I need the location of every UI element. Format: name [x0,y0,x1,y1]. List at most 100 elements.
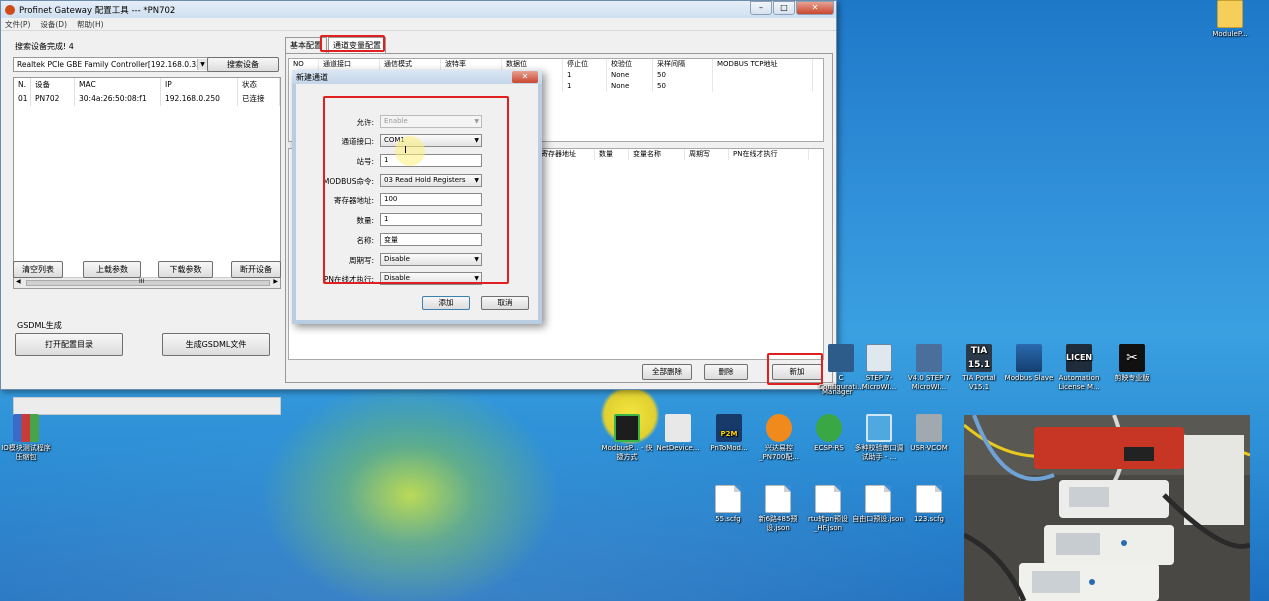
desktop-icon-label: STEP 7-MicroWI... [861,374,897,391]
desktop-icon-manager[interactable]: Manager [822,388,853,397]
minimize-button[interactable]: – [750,1,772,15]
dialog-cancel-button[interactable]: 取消 [481,296,529,310]
open-config-dir-button[interactable]: 打开配置目录 [15,333,123,356]
cell: 1 [563,81,607,92]
col-pn-online[interactable]: PN在线才执行 [729,149,809,160]
scroll-grip: III [139,278,145,285]
modbus-slave-icon [1016,344,1042,372]
cell: 50 [653,81,713,92]
col-status[interactable]: 状态 [238,78,280,92]
upload-params-button[interactable]: 上载参数 [83,261,141,278]
scroll-left-icon[interactable]: ◀ [16,278,21,285]
highlight-tab [320,35,385,52]
dialog-add-button[interactable]: 添加 [422,296,470,310]
desktop-icon-label: ModuleP... [1212,30,1248,38]
menu-help[interactable]: 帮助(H) [77,19,104,30]
col-n[interactable]: N. [14,78,31,92]
col-mac[interactable]: MAC [75,78,161,92]
disconnect-device-button[interactable]: 断开设备 [231,261,281,278]
modbus-poll-icon [614,414,640,442]
menu-device[interactable]: 设备(D) [40,19,67,30]
scroll-thumb[interactable]: III [26,278,270,286]
config-icon [828,344,854,372]
desktop-icon-modbus-slave[interactable]: Modbus Slave [1003,344,1055,383]
close-button[interactable]: ✕ [796,1,834,15]
chevron-down-icon[interactable]: ▼ [197,59,207,70]
cursor-highlight [395,136,425,166]
desktop-file-6ch-485[interactable]: 新6路485预设.json [752,485,804,533]
desktop-icon-xingda[interactable]: 兴达易控_PN700配... [753,414,805,462]
desktop-file-55[interactable]: 55.scfg [702,485,754,524]
text-cursor-icon: I [404,145,407,156]
maximize-button[interactable]: □ [773,1,795,15]
desktop-file-123[interactable]: 123.scfg [903,485,955,524]
cell-n: 01 [14,92,31,106]
title-bar[interactable]: Profinet Gateway 配置工具 --- *PN702 – □ ✕ [1,1,836,18]
col-databits[interactable]: 数据位 [502,59,563,70]
desktop-icon-step7-v4[interactable]: V4.0 STEP 7 MicroWI... [903,344,955,392]
col-port[interactable]: 通道接口 [319,59,380,70]
col-reg-addr[interactable]: 寄存器地址 [537,149,595,160]
desktop-file-free-port[interactable]: 自由口预设.json [852,485,904,524]
generate-gsdml-button[interactable]: 生成GSDML文件 [162,333,270,356]
desktop-icon-label: ECSP-RS [814,444,844,452]
clear-list-button[interactable]: 清空列表 [13,261,63,278]
device-table-header: N. 设备 MAC IP 状态 [14,78,280,92]
desktop-icon-winrar[interactable]: IO模块测试程序压缩包 [0,414,52,462]
delete-all-button[interactable]: 全部删除 [642,364,692,380]
desktop-icon-label: IO模块测试程序压缩包 [1,444,51,461]
col-cycle-write[interactable]: 周期写 [685,149,729,160]
desktop-icon-pntomod[interactable]: P2M PnToMod... [703,414,755,453]
search-status: 搜索设备完成! 4 [15,42,74,51]
desktop-icon-label: 兴达易控_PN700配... [759,444,799,461]
col-tcp-addr[interactable]: MODBUS TCP地址 [713,59,813,70]
col-ip[interactable]: IP [161,78,238,92]
download-params-button[interactable]: 下载参数 [158,261,213,278]
col-interval[interactable]: 采样间隔 [653,59,713,70]
table-row[interactable]: 01 PN702 30:4a:26:50:08:f1 192.168.0.250… [14,92,280,106]
desktop-icon-netdevice[interactable]: NetDevice... [652,414,704,453]
winrar-icon [13,414,39,442]
dialog-close-button[interactable]: ✕ [512,71,538,83]
desktop-icon-license[interactable]: LICEN Automation License M... [1053,344,1105,392]
col-count[interactable]: 数量 [595,149,629,160]
app-icon [5,4,15,15]
search-device-button[interactable]: 搜索设备 [207,57,279,72]
col-device[interactable]: 设备 [31,78,75,92]
desktop-icon-label: ModbusP... - 快捷方式 [601,444,653,461]
col-parity[interactable]: 校验位 [607,59,653,70]
desktop-icon-step7[interactable]: STEP 7-MicroWI... [853,344,905,392]
col-baud[interactable]: 波特率 [441,59,502,70]
desktop-icon-usr-vcom[interactable]: USR-VCOM [903,414,955,453]
col-var-name[interactable]: 变量名称 [629,149,685,160]
adapter-select[interactable]: Realtek PCIe GBE Family Controller[192.1… [13,57,209,72]
desktop-icon-label: NetDevice... [656,444,700,452]
scroll-right-icon[interactable]: ▶ [273,278,278,285]
cell: 50 [653,70,713,81]
dialog-title-bar[interactable]: 新建通道 ✕ [292,70,542,84]
col-no[interactable]: NO [289,59,319,70]
desktop-icon-ecsp[interactable]: ECSP-RS [803,414,855,453]
col-mode[interactable]: 通信模式 [380,59,441,70]
col-stopbits[interactable]: 停止位 [563,59,607,70]
desktop-icon-capcut[interactable]: ✂ 剪映专业版 [1106,344,1158,383]
cell [713,70,813,81]
horizontal-scrollbar[interactable]: ◀ III ▶ [14,277,280,288]
file-icon [765,485,791,513]
window-title: Profinet Gateway 配置工具 --- *PN702 [19,5,176,16]
dialog-title: 新建通道 [296,73,328,82]
file-icon [865,485,891,513]
device-panel: 搜索设备完成! 4 Realtek PCIe GBE Family Contro… [5,35,281,415]
ecsp-icon [816,414,842,442]
cell: None [607,81,653,92]
desktop-icon-label: V4.0 STEP 7 MicroWI... [907,374,951,391]
channel-grid-header: NO 通道接口 通信模式 波特率 数据位 停止位 校验位 采样间隔 MODBUS… [289,59,823,70]
file-icon [916,485,942,513]
desktop-icon-modulep[interactable]: ModuleP... [1204,0,1256,39]
desktop-icon-tia[interactable]: TIA 15.1 TIA Portal V15.1 [953,344,1005,392]
desktop-file-rtu-pn[interactable]: rtu转pn预设_HF.json [802,485,854,533]
delete-button[interactable]: 删除 [704,364,748,380]
desktop-icon-modbus-poll[interactable]: ModbusP... - 快捷方式 [601,414,653,462]
menu-file[interactable]: 文件(P) [5,19,30,30]
desktop-icon-serial-tool[interactable]: 多种校验串口调试助手 - ... [853,414,905,462]
